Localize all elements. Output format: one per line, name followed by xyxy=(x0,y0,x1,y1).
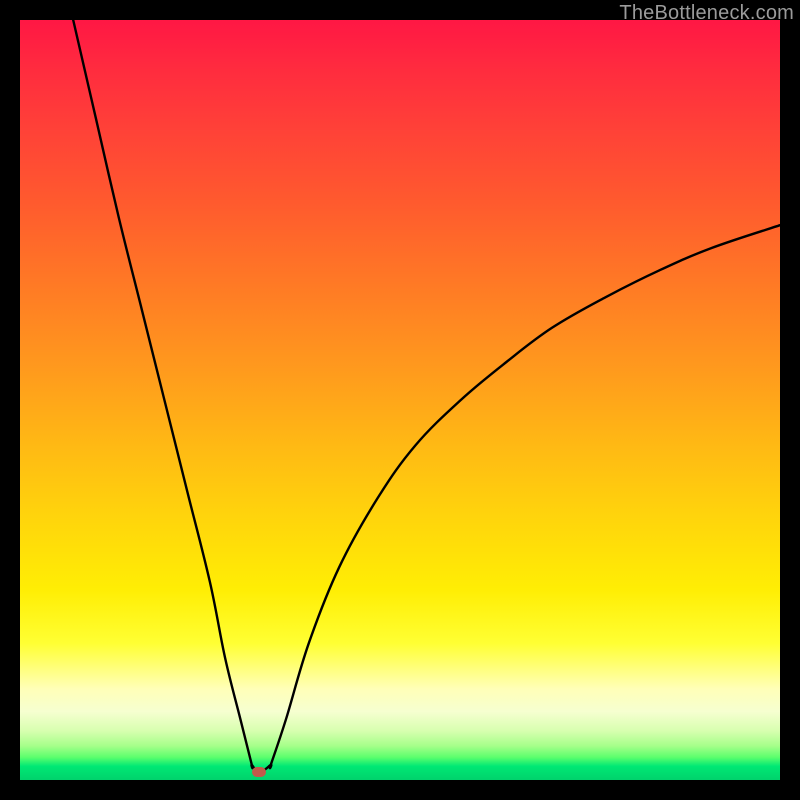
curve-path xyxy=(73,20,780,772)
chart-stage: TheBottleneck.com xyxy=(0,0,800,800)
plot-area xyxy=(20,20,780,780)
minimum-marker xyxy=(252,767,266,777)
bottleneck-curve xyxy=(20,20,780,780)
